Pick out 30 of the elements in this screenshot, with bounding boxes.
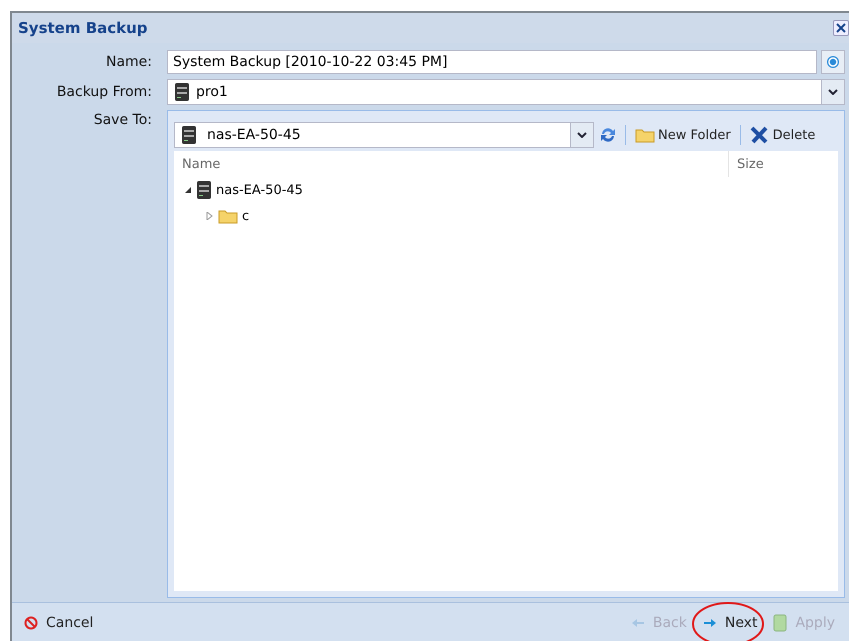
delete-button[interactable]: Delete: [748, 126, 818, 144]
field-label: Save To:: [92, 111, 153, 128]
arrow-left-icon: [630, 618, 645, 628]
tree-item[interactable]: nas-EA-50-45: [216, 182, 303, 198]
server-icon: [196, 180, 212, 200]
caret-icon[interactable]: [828, 89, 838, 95]
arrow-right-icon: [702, 618, 717, 628]
close-icon[interactable]: [833, 20, 849, 36]
location-dropdown[interactable]: nas-EA-50-45: [174, 122, 594, 148]
folder-icon: [218, 208, 238, 224]
delete-icon: [750, 126, 770, 144]
cancel-button[interactable]: Cancel: [24, 615, 94, 631]
column-header[interactable]: Name: [174, 151, 729, 177]
expanded-triangle-icon[interactable]: [184, 186, 192, 194]
tree-item[interactable]: c: [242, 208, 250, 224]
apply-icon: [773, 614, 788, 632]
caret-icon[interactable]: [577, 132, 587, 138]
backup-source-dropdown[interactable]: pro1: [167, 79, 845, 105]
name-field[interactable]: System Backup [2010-10-22 03:45 PM]: [167, 50, 817, 74]
new-folder-button[interactable]: New Folder: [633, 127, 733, 143]
field-label: Backup From:: [56, 84, 153, 100]
cancel-icon: [24, 616, 38, 630]
collapsed-triangle-icon[interactable]: [206, 212, 214, 220]
server-icon: [181, 125, 197, 145]
column-header[interactable]: Size: [729, 156, 764, 172]
folder-icon: [635, 127, 655, 143]
help-icon[interactable]: [821, 50, 845, 74]
server-icon: [174, 82, 190, 102]
field-label: Name:: [104, 54, 153, 70]
window-title: System Backup: [18, 19, 148, 37]
